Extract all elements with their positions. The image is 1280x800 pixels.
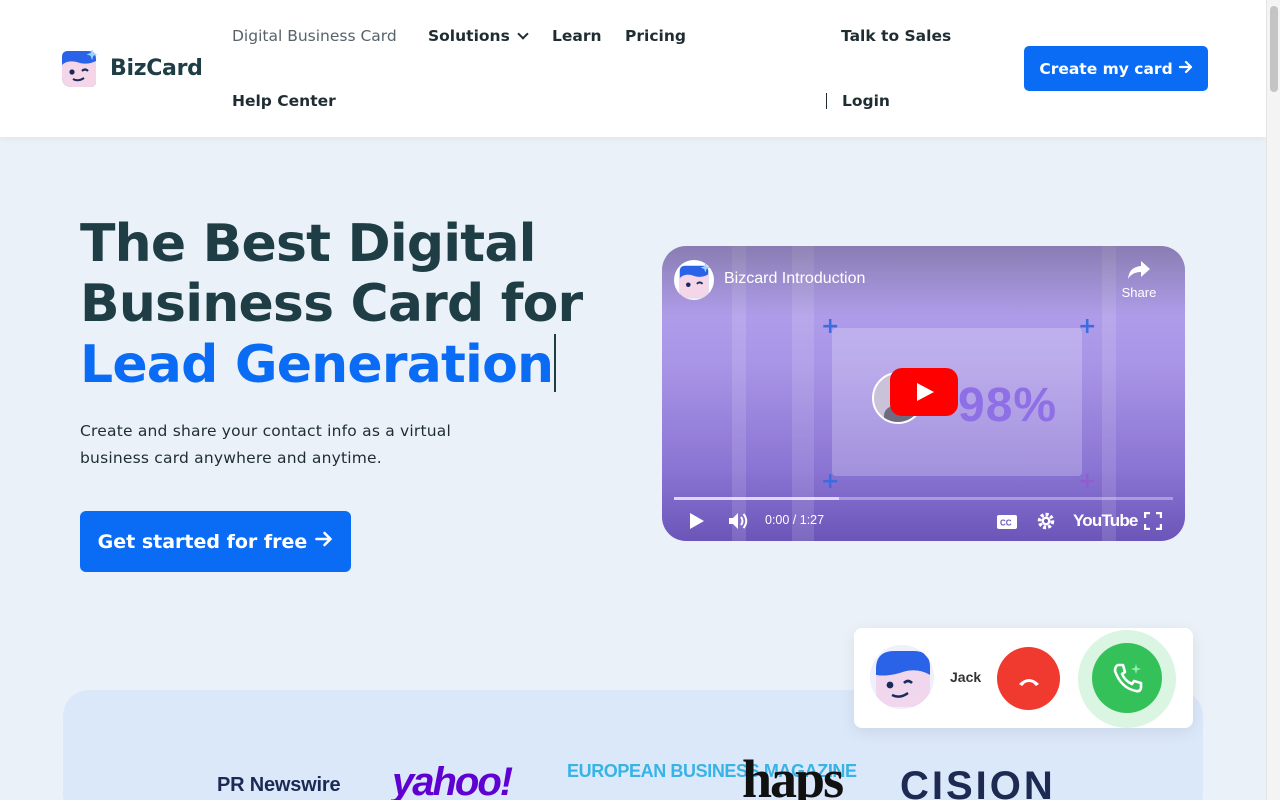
- plus-icon: +: [821, 314, 840, 339]
- bizcard-mascot-icon: [58, 47, 100, 89]
- typing-caret: [554, 334, 557, 392]
- nav-solutions[interactable]: Solutions: [428, 27, 529, 45]
- hang-up-icon: [1017, 673, 1041, 692]
- hero-subtitle: Create and share your contact info as a …: [80, 422, 452, 467]
- caller-avatar: [870, 645, 934, 709]
- nav-help-center[interactable]: Help Center: [232, 92, 336, 110]
- scrollbar-thumb[interactable]: [1270, 6, 1278, 92]
- channel-avatar-icon[interactable]: [674, 260, 714, 300]
- video-time: 0:00 / 1:27: [765, 513, 825, 527]
- page-scrollbar[interactable]: [1266, 0, 1280, 800]
- site-header: BizCard Digital Business Card Solutions …: [0, 0, 1266, 137]
- share-arrow-icon: [1127, 261, 1151, 283]
- hero-title-highlight: Lead Generation: [80, 335, 554, 395]
- decline-call-button[interactable]: [997, 647, 1060, 710]
- nav-solutions-label: Solutions: [428, 27, 510, 45]
- press-logo-prnewswire: PR Newswire: [217, 774, 341, 796]
- create-my-card-label: Create my card: [1039, 59, 1173, 78]
- nav-pricing[interactable]: Pricing: [625, 27, 686, 45]
- brand-name: BizCard: [110, 55, 203, 81]
- hero-title: The Best Digital Business Card for Lead …: [80, 214, 600, 395]
- video-share-button[interactable]: Share: [1117, 260, 1161, 300]
- hero-title-line1: The Best Digital: [80, 214, 536, 274]
- caller-name: Jack: [950, 669, 982, 685]
- press-logo-yahoo: yahoo!: [392, 760, 513, 800]
- create-my-card-button[interactable]: Create my card: [1024, 46, 1208, 91]
- video-progress-played: [674, 497, 839, 500]
- chevron-down-icon: [517, 28, 529, 40]
- get-started-label: Get started for free: [97, 530, 308, 553]
- arrow-right-icon: [1178, 60, 1193, 78]
- plus-icon: +: [1078, 469, 1097, 494]
- video-title[interactable]: Bizcard Introduction: [724, 270, 865, 288]
- nav-learn[interactable]: Learn: [552, 27, 602, 45]
- settings-gear-icon[interactable]: [1036, 511, 1056, 535]
- login-link[interactable]: Login: [842, 92, 890, 110]
- volume-icon[interactable]: [728, 511, 750, 535]
- plus-icon: +: [821, 469, 840, 494]
- video-progress-bar[interactable]: [674, 497, 1173, 500]
- get-started-button[interactable]: Get started for free: [80, 511, 351, 572]
- youtube-play-button[interactable]: [890, 368, 958, 416]
- press-logo-haps: haps: [742, 749, 844, 800]
- captions-icon[interactable]: CC: [996, 514, 1018, 534]
- accept-call-button[interactable]: [1092, 643, 1162, 713]
- intro-video-player[interactable]: Bizcard Introduction Share + + + + 98% 0…: [662, 246, 1185, 541]
- video-controls: 0:00 / 1:27 CC YouTube: [662, 502, 1185, 541]
- nav-digital-business-card[interactable]: Digital Business Card: [232, 27, 397, 45]
- press-logo-european-business-magazine: EUROPEAN BUSINESS MAGAZINE: [567, 762, 857, 781]
- video-overlay-stat: 98%: [958, 379, 1058, 432]
- nav-divider: [826, 93, 827, 109]
- play-icon[interactable]: [689, 512, 705, 534]
- incoming-call-widget: Jack: [854, 628, 1193, 728]
- phone-icon: [1112, 662, 1144, 698]
- plus-icon: +: [1078, 314, 1097, 339]
- svg-text:CC: CC: [1000, 519, 1012, 528]
- talk-to-sales-link[interactable]: Talk to Sales: [841, 27, 951, 45]
- arrow-right-icon: [315, 530, 333, 553]
- hero-title-line2: Business Card for: [80, 274, 583, 334]
- youtube-logo[interactable]: YouTube: [1073, 511, 1138, 531]
- brand-logo[interactable]: BizCard: [58, 47, 203, 89]
- press-logo-cision: CISION: [900, 764, 1056, 800]
- video-share-label: Share: [1121, 285, 1157, 300]
- fullscreen-icon[interactable]: [1143, 511, 1163, 534]
